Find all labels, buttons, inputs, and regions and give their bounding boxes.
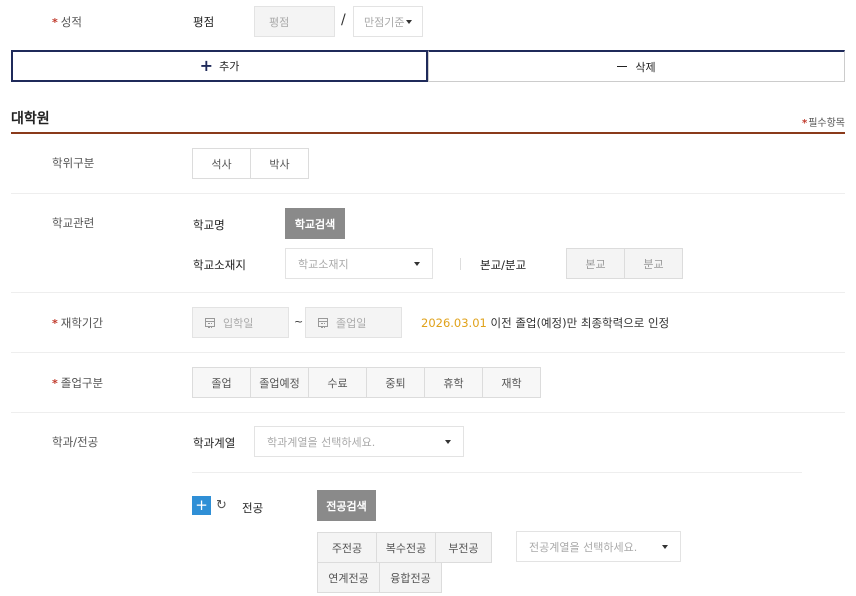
graduation-option[interactable]: 졸업예정 (250, 367, 309, 398)
major-label: 학과/전공 (52, 435, 99, 449)
major-category-select[interactable]: 전공계열을 선택하세요. (516, 531, 681, 562)
major-type-toggle-row2: 연계전공 융합전공 (317, 562, 442, 593)
gpa-slash: / (341, 12, 346, 28)
chevron-down-icon (414, 261, 420, 266)
degree-label: 학위구분 (52, 156, 95, 170)
school-location-value: 학교소재지 (298, 257, 349, 271)
row-divider (11, 412, 845, 413)
campus-label: 본교/분교 (480, 258, 527, 272)
degree-option-doctor[interactable]: 박사 (250, 148, 309, 179)
refresh-button[interactable]: ↻ (212, 496, 231, 515)
start-date-input[interactable]: 입학일 (192, 307, 289, 338)
major-type-option[interactable]: 융합전공 (379, 562, 442, 593)
campus-option-branch[interactable]: 분교 (624, 248, 683, 279)
chevron-down-icon (662, 544, 668, 549)
add-button[interactable]: + 추가 (11, 50, 428, 82)
required-asterisk: * (52, 377, 58, 390)
degree-toggle: 석사 박사 (192, 148, 309, 179)
refresh-icon: ↻ (216, 498, 227, 513)
period-note: 2026.03.01 이전 졸업(예정)만 최종학력으로 인정 (421, 315, 669, 331)
school-location-select[interactable]: 학교소재지 (285, 248, 433, 279)
delete-button[interactable]: 삭제 (428, 50, 845, 82)
row-divider (11, 193, 845, 194)
row-divider (11, 292, 845, 293)
school-location-label: 학교소재지 (193, 258, 246, 272)
calendar-icon (205, 318, 215, 328)
chevron-down-icon (445, 439, 451, 444)
scale-select-value: 만점기준 (364, 15, 405, 29)
graduation-option[interactable]: 수료 (308, 367, 367, 398)
required-asterisk: * (52, 16, 58, 29)
add-major-button[interactable]: + (192, 496, 211, 515)
inner-divider (192, 472, 802, 473)
period-note-text: 이전 졸업(예정)만 최종학력으로 인정 (490, 316, 670, 330)
graduation-toggle: 졸업 졸업예정 수료 중퇴 휴학 재학 (192, 367, 541, 398)
end-date-input[interactable]: 졸업일 (305, 307, 402, 338)
calendar-icon (318, 318, 328, 328)
gpa-label: 평점 (193, 15, 215, 29)
category-label: 학과계열 (193, 436, 236, 450)
major-search-button[interactable]: 전공검색 (317, 490, 376, 521)
gpa-input[interactable]: 평점 (254, 6, 335, 37)
period-label: * 재학기간 (52, 316, 104, 330)
major-category-select-value: 전공계열을 선택하세요. (529, 540, 638, 554)
period-note-date: 2026.03.01 (421, 316, 487, 330)
separator (460, 258, 461, 270)
school-label: 학교관련 (52, 216, 95, 230)
minus-icon (617, 65, 628, 68)
school-search-button[interactable]: 학교검색 (285, 208, 345, 239)
plus-icon: + (199, 56, 214, 75)
required-asterisk: * (52, 317, 58, 330)
section-rule (11, 132, 845, 134)
grade-label: * 성적 (52, 15, 82, 29)
required-note: *필수항목 (801, 118, 845, 129)
major-type-option[interactable]: 부전공 (435, 532, 492, 563)
graduation-option[interactable]: 휴학 (424, 367, 483, 398)
section-title: 대학원 (11, 111, 50, 127)
row-divider (11, 352, 845, 353)
school-name-label: 학교명 (193, 218, 225, 232)
campus-toggle: 본교 분교 (566, 248, 683, 279)
tilde: ~ (294, 315, 304, 328)
plus-icon: + (195, 496, 208, 514)
chevron-down-icon (406, 19, 412, 24)
graduation-option[interactable]: 졸업 (192, 367, 251, 398)
category-select-value: 학과계열을 선택하세요. (267, 435, 376, 449)
major-type-toggle-row1: 주전공 복수전공 부전공 (317, 532, 492, 563)
graduation-option[interactable]: 중퇴 (366, 367, 425, 398)
graduation-label: * 졸업구분 (52, 376, 104, 390)
graduation-option[interactable]: 재학 (482, 367, 541, 398)
major-type-option[interactable]: 주전공 (317, 532, 377, 563)
major-field-label: 전공 (242, 501, 264, 515)
major-type-option[interactable]: 복수전공 (376, 532, 436, 563)
major-type-option[interactable]: 연계전공 (317, 562, 380, 593)
campus-option-main[interactable]: 본교 (566, 248, 625, 279)
degree-option-master[interactable]: 석사 (192, 148, 251, 179)
scale-select[interactable]: 만점기준 (353, 6, 423, 37)
category-select[interactable]: 학과계열을 선택하세요. (254, 426, 464, 457)
